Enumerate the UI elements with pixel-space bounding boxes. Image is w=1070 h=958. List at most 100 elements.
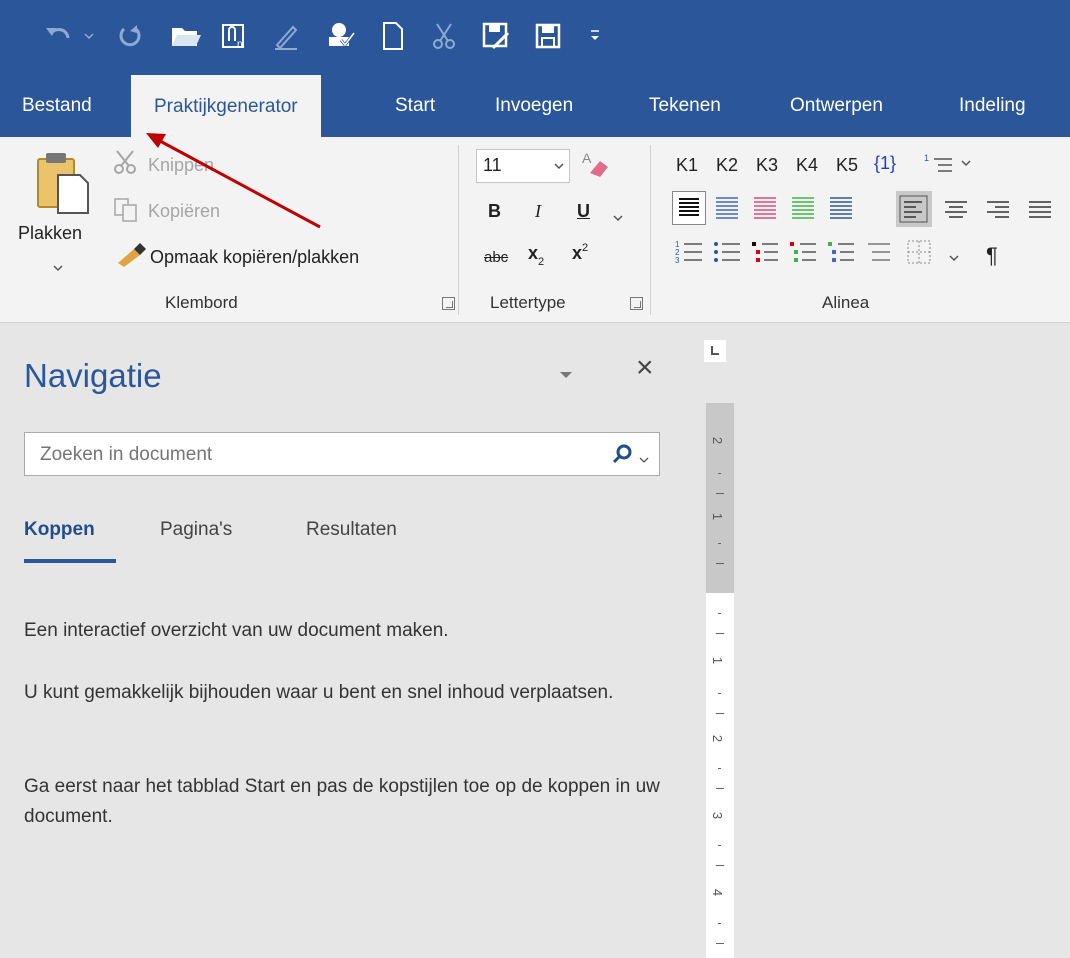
scissors-icon <box>112 149 140 180</box>
open-folder-icon[interactable] <box>166 16 206 56</box>
subscript-button[interactable]: x2 <box>528 243 544 268</box>
numbering-brace-button[interactable]: {1} <box>874 153 896 174</box>
numbered-list-icon[interactable]: 123 <box>674 237 704 272</box>
superscript-x: x <box>572 243 583 263</box>
ruler-tick <box>718 923 721 924</box>
tab-praktijkgenerator[interactable]: Praktijkgenerator <box>131 75 321 138</box>
ruler-label: 2 <box>710 436 726 445</box>
ruler-label: 1 <box>710 512 726 521</box>
tab-stop-selector-icon[interactable] <box>704 340 726 362</box>
ruler-tick <box>716 943 724 944</box>
style-k4-button[interactable]: K4 <box>796 155 818 176</box>
cut-icon <box>428 16 460 56</box>
search-input[interactable] <box>38 433 602 477</box>
tab-invoegen[interactable]: Invoegen <box>495 75 573 137</box>
style-k2-button[interactable]: K2 <box>716 155 738 176</box>
ruler-tick <box>716 633 724 634</box>
bullet-list-icon[interactable] <box>712 237 742 272</box>
format-painter-icon <box>114 241 148 274</box>
borders-icon[interactable] <box>904 237 934 272</box>
search-dropdown-icon[interactable] <box>639 451 649 469</box>
ruler-tick <box>718 613 721 614</box>
save-icon[interactable] <box>530 16 566 56</box>
close-pane-button[interactable]: × <box>636 351 654 385</box>
underline-dropdown-icon[interactable] <box>612 209 624 227</box>
superscript-button[interactable]: x2 <box>572 242 588 264</box>
ribbon: Plakken Knippen Kopiëren Opmaak kopiëren… <box>0 137 1070 323</box>
undo-dropdown-icon[interactable] <box>82 16 96 56</box>
clear-formatting-icon[interactable]: A <box>580 149 610 184</box>
ruler-label: 4 <box>710 888 726 897</box>
strikethrough-button[interactable]: abc <box>484 249 508 266</box>
document-area[interactable] <box>740 323 1070 958</box>
attach-icon[interactable]: n <box>216 16 252 56</box>
align-right-icon[interactable] <box>984 195 1012 228</box>
justify-black-button[interactable] <box>672 191 706 225</box>
tab-paginas[interactable]: Pagina's <box>160 519 232 541</box>
style-k5-button[interactable]: K5 <box>836 155 858 176</box>
justify-green-icon[interactable] <box>788 193 818 228</box>
nav-info-text-3: Ga eerst naar het tabblad Start en pas d… <box>24 776 660 827</box>
bullet-list-color-icon[interactable] <box>788 237 818 272</box>
tab-tekenen[interactable]: Tekenen <box>649 75 721 137</box>
tab-ontwerpen[interactable]: Ontwerpen <box>790 75 883 137</box>
tab-indeling[interactable]: Indeling <box>959 75 1026 137</box>
italic-button[interactable]: I <box>535 201 541 222</box>
ruler-margin-area <box>706 403 734 593</box>
indent-list-icon[interactable] <box>864 237 894 272</box>
font-launcher-icon[interactable] <box>630 297 643 310</box>
format-painter-button[interactable]: Opmaak kopiëren/plakken <box>150 247 359 268</box>
cut-button[interactable]: Knippen <box>148 155 214 176</box>
redo-icon[interactable] <box>114 16 146 56</box>
justify-red-icon[interactable] <box>750 193 780 228</box>
font-size-value: 11 <box>483 155 502 175</box>
paste-dropdown-icon[interactable] <box>52 259 64 277</box>
ruler-tick <box>716 865 724 866</box>
tab-bestand[interactable]: Bestand <box>22 75 92 137</box>
font-size-field[interactable]: 11 <box>476 149 570 183</box>
ruler-label: 3 <box>710 811 726 820</box>
tab-koppen[interactable]: Koppen <box>24 519 95 541</box>
bold-button[interactable]: B <box>488 201 501 222</box>
group-separator <box>458 145 459 315</box>
align-center-icon[interactable] <box>942 195 970 228</box>
tab-start[interactable]: Start <box>395 75 435 137</box>
paste-icon[interactable] <box>34 149 92 222</box>
subscript-x: x <box>528 243 539 263</box>
chevron-down-icon[interactable] <box>553 162 565 170</box>
clipboard-group-label: Klembord <box>165 293 238 312</box>
bullet-list-red-icon[interactable] <box>750 237 780 272</box>
save-as-icon[interactable] <box>478 16 514 56</box>
search-icon[interactable] <box>611 442 635 471</box>
font-group-label: Lettertype <box>490 293 566 312</box>
navigation-title: Navigatie <box>24 357 162 394</box>
pane-options-icon[interactable] <box>558 367 574 385</box>
style-k3-button[interactable]: K3 <box>756 155 778 176</box>
svg-text:1: 1 <box>924 153 929 163</box>
signature-icon <box>268 16 304 56</box>
undo-icon[interactable] <box>40 16 76 56</box>
nav-info-text-2: U kunt gemakkelijk bijhouden waar u bent… <box>24 682 614 703</box>
multilevel-list-icon[interactable]: 1 <box>922 151 978 180</box>
justify-blue2-icon[interactable] <box>826 193 856 228</box>
justify-blue-icon[interactable] <box>712 193 742 228</box>
justify-icon[interactable] <box>1026 195 1054 228</box>
underline-button[interactable]: U <box>577 201 590 222</box>
vertical-ruler: 2 1 1 2 3 4 <box>706 403 734 958</box>
customize-icon[interactable] <box>580 16 610 56</box>
borders-dropdown-icon[interactable] <box>948 249 960 267</box>
show-formatting-button[interactable]: ¶ <box>986 243 998 269</box>
navigation-pane: Navigatie × Koppen Pagina's Resultaten E… <box>0 323 688 958</box>
numbering-brace-text: {1} <box>874 153 897 173</box>
stamp-icon[interactable] <box>320 16 360 56</box>
bullet-list-green-icon[interactable] <box>826 237 856 272</box>
clipboard-launcher-icon[interactable] <box>442 297 455 310</box>
copy-button[interactable]: Kopiëren <box>148 201 220 222</box>
search-box[interactable] <box>24 432 660 477</box>
style-k1-button[interactable]: K1 <box>676 155 698 176</box>
paragraph-group-label: Alinea <box>822 293 870 312</box>
new-document-icon[interactable] <box>378 16 408 56</box>
paste-button[interactable]: Plakken <box>18 223 82 244</box>
align-left-button[interactable] <box>896 191 932 227</box>
tab-resultaten[interactable]: Resultaten <box>306 519 397 541</box>
